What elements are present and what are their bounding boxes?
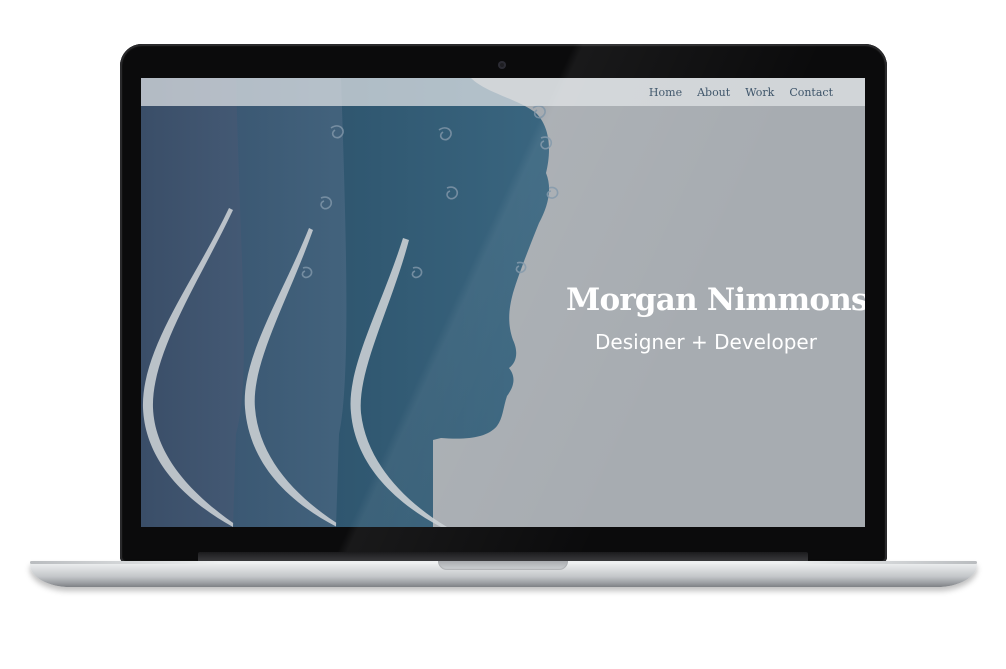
laptop-screen: Home About Work Contact Morgan Nimmons D… [141, 78, 865, 527]
nav-link-home[interactable]: Home [649, 86, 682, 99]
nav-link-contact[interactable]: Contact [789, 86, 833, 99]
nav-link-work[interactable]: Work [745, 86, 774, 99]
laptop-open-notch [438, 561, 568, 570]
site-navbar: Home About Work Contact [141, 78, 865, 106]
main-navigation: Home About Work Contact [649, 78, 833, 106]
hero-subtitle: Designer + Developer [595, 330, 817, 354]
nav-link-about[interactable]: About [697, 86, 730, 99]
hero-title: Morgan Nimmons [566, 282, 865, 318]
webcam-icon [498, 61, 506, 69]
laptop-hinge [198, 552, 808, 561]
laptop-mockup: Home About Work Contact Morgan Nimmons D… [0, 0, 1006, 669]
